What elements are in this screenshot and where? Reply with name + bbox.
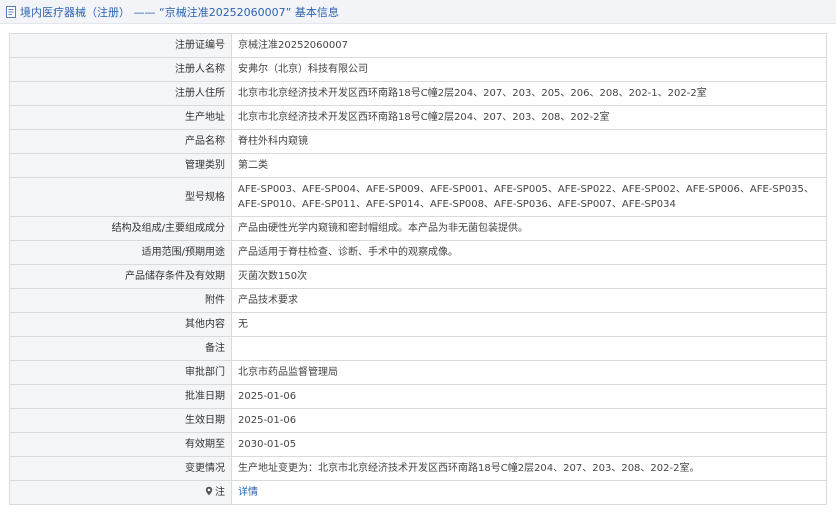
location-pin-icon: [204, 486, 214, 496]
field-value: [231, 336, 827, 361]
field-value: 灭菌次数150次: [231, 264, 827, 289]
table-row-remarks: 备注: [9, 336, 827, 361]
field-label: 批准日期: [9, 384, 232, 409]
table-row-product-name: 产品名称 脊柱外科内窥镜: [9, 129, 827, 154]
field-label: 变更情况: [9, 456, 232, 481]
field-label: 管理类别: [9, 153, 232, 178]
table-row-approval-date: 批准日期 2025-01-06: [9, 384, 827, 409]
field-value: 详情: [231, 480, 827, 505]
field-label: 备注: [9, 336, 232, 361]
field-label: 产品储存条件及有效期: [9, 264, 232, 289]
field-value: AFE-SP003、AFE-SP004、AFE-SP009、AFE-SP001、…: [231, 177, 827, 217]
field-value: 产品由硬性光学内窥镜和密封帽组成。本产品为非无菌包装提供。: [231, 216, 827, 241]
field-value: 脊柱外科内窥镜: [231, 129, 827, 154]
field-value: 2025-01-06: [231, 408, 827, 433]
field-value: 无: [231, 312, 827, 337]
table-row-expiry-date: 有效期至 2030-01-05: [9, 432, 827, 457]
table-row-storage: 产品储存条件及有效期 灭菌次数150次: [9, 264, 827, 289]
page-header: 境内医疗器械（注册） —— “京械注准20252060007” 基本信息: [0, 0, 836, 24]
table-row-registrant: 注册人名称 安弗尔（北京）科技有限公司: [9, 57, 827, 82]
field-label: 注册证编号: [9, 33, 232, 58]
field-value: 2025-01-06: [231, 384, 827, 409]
document-icon: [4, 5, 18, 19]
table-row-intended-use: 适用范围/预期用途 产品适用于脊柱检查、诊断、手术中的观察成像。: [9, 240, 827, 265]
table-row-models: 型号规格 AFE-SP003、AFE-SP004、AFE-SP009、AFE-S…: [9, 177, 827, 217]
table-row-registrant-address: 注册人住所 北京市北京经济技术开发区西环南路18号C幢2层204、207、203…: [9, 81, 827, 106]
table-row-other: 其他内容 无: [9, 312, 827, 337]
table-row-category: 管理类别 第二类: [9, 153, 827, 178]
field-label: 适用范围/预期用途: [9, 240, 232, 265]
table-row-effective-date: 生效日期 2025-01-06: [9, 408, 827, 433]
table-row-note: 注 详情: [9, 480, 827, 505]
table-row-production-address: 生产地址 北京市北京经济技术开发区西环南路18号C幢2层204、207、203、…: [9, 105, 827, 130]
table-row-changes: 变更情况 生产地址变更为：北京市北京经济技术开发区西环南路18号C幢2层204、…: [9, 456, 827, 481]
field-label-note: 注: [9, 480, 232, 505]
field-label: 附件: [9, 288, 232, 313]
field-label: 结构及组成/主要组成成分: [9, 216, 232, 241]
field-value: 北京市北京经济技术开发区西环南路18号C幢2层204、207、203、205、2…: [231, 81, 827, 106]
field-value: 北京市药品监督管理局: [231, 360, 827, 385]
field-value: 生产地址变更为：北京市北京经济技术开发区西环南路18号C幢2层204、207、2…: [231, 456, 827, 481]
table-row-reg-no: 注册证编号 京械注准20252060007: [9, 33, 827, 58]
page-title: 境内医疗器械（注册） —— “京械注准20252060007” 基本信息: [20, 5, 339, 19]
table-row-approval-dept: 审批部门 北京市药品监督管理局: [9, 360, 827, 385]
table-row-attachment: 附件 产品技术要求: [9, 288, 827, 313]
field-label: 注册人名称: [9, 57, 232, 82]
field-label: 其他内容: [9, 312, 232, 337]
field-label: 产品名称: [9, 129, 232, 154]
field-value: 产品技术要求: [231, 288, 827, 313]
field-value: 北京市北京经济技术开发区西环南路18号C幢2层204、207、203、208、2…: [231, 105, 827, 130]
field-label: 型号规格: [9, 177, 232, 217]
field-value: 2030-01-05: [231, 432, 827, 457]
field-label: 审批部门: [9, 360, 232, 385]
note-label-text: 注: [215, 487, 225, 498]
field-label: 有效期至: [9, 432, 232, 457]
details-link[interactable]: 详情: [238, 487, 258, 498]
field-value: 第二类: [231, 153, 827, 178]
field-value: 京械注准20252060007: [231, 33, 827, 58]
field-label: 注册人住所: [9, 81, 232, 106]
field-value: 安弗尔（北京）科技有限公司: [231, 57, 827, 82]
field-value: 产品适用于脊柱检查、诊断、手术中的观察成像。: [231, 240, 827, 265]
registration-info-table: 注册证编号 京械注准20252060007 注册人名称 安弗尔（北京）科技有限公…: [9, 33, 827, 505]
table-row-structure: 结构及组成/主要组成成分 产品由硬性光学内窥镜和密封帽组成。本产品为非无菌包装提…: [9, 216, 827, 241]
field-label: 生产地址: [9, 105, 232, 130]
field-label: 生效日期: [9, 408, 232, 433]
